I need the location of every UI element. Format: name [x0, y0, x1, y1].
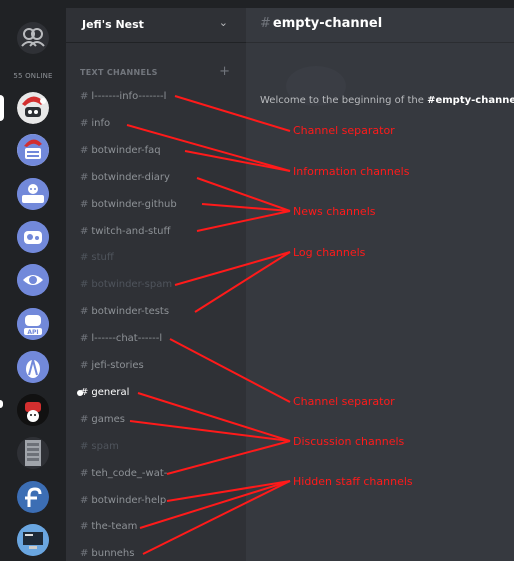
annotation-channel-separator-1: Channel separator — [293, 124, 395, 137]
arrow-faq — [184, 150, 291, 172]
annotation-information-channels: Information channels — [293, 165, 410, 178]
arrow-separator-1 — [174, 95, 291, 132]
arrow-diary — [196, 177, 291, 212]
annotation-news-channels: News channels — [293, 205, 376, 218]
arrow-info — [126, 124, 291, 172]
arrow-teh-code — [166, 440, 291, 475]
arrow-tests-log — [194, 251, 291, 313]
arrow-general — [137, 392, 291, 442]
discord-window: 55 ONLINE API Jefi's Nest ⌄ TEXT CHANNEL… — [0, 0, 514, 561]
annotation-log-channels: Log channels — [293, 246, 366, 259]
arrow-team — [139, 480, 291, 529]
arrow-github — [201, 203, 291, 212]
annotation-arrows — [126, 95, 291, 555]
arrow-spam-log — [174, 251, 291, 286]
annotation-discussion-channels: Discussion channels — [293, 435, 405, 448]
arrow-twitch — [196, 210, 291, 232]
arrow-separator-2 — [169, 338, 291, 403]
arrow-games — [129, 420, 291, 442]
annotation-hidden-staff-channels: Hidden staff channels — [293, 475, 413, 488]
annotation-channel-separator-2: Channel separator — [293, 395, 395, 408]
